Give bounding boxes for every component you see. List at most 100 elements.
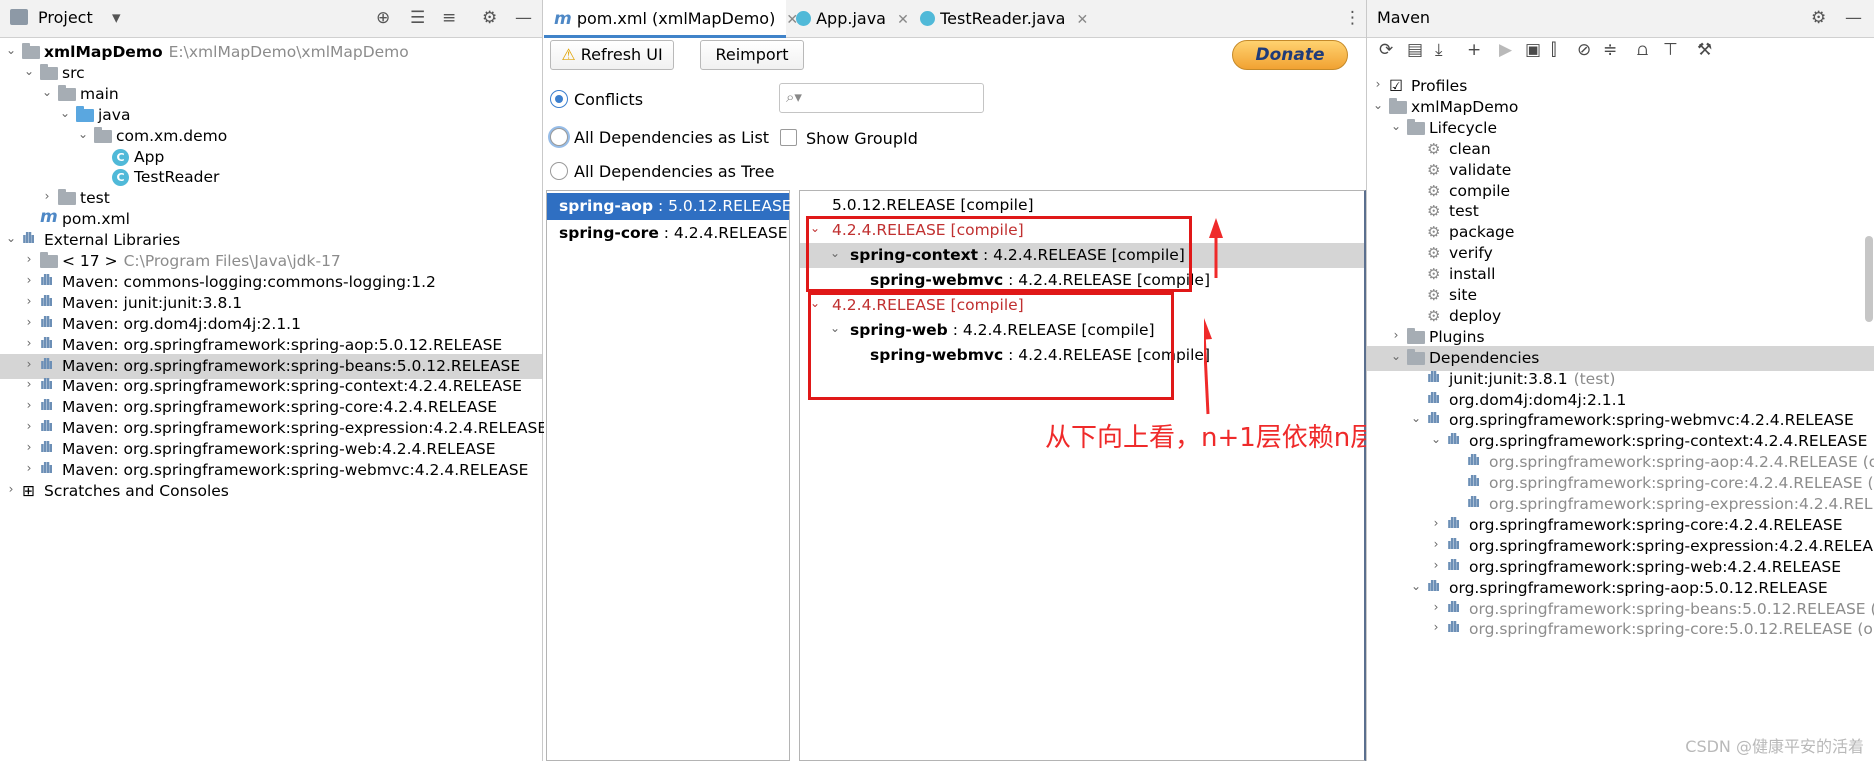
chevron-down-icon[interactable]: ⌄ xyxy=(76,127,90,141)
skip-tests-icon[interactable]: ⊘ xyxy=(1577,40,1591,60)
conflicts-list: spring-aop : 5.0.12.RELEASE spring-core … xyxy=(546,190,792,761)
chevron-right-icon[interactable]: › xyxy=(22,398,36,412)
tree-row[interactable]: › ⊞ Scratches and Consoles xyxy=(0,479,542,504)
project-panel-title[interactable]: Project xyxy=(38,8,93,27)
reload-folder-icon[interactable]: ▤ xyxy=(1407,40,1423,60)
donate-button[interactable]: Donate xyxy=(1232,40,1348,70)
class-icon xyxy=(920,11,935,26)
chevron-right-icon[interactable]: › xyxy=(22,273,36,287)
editor-tabbar: m pom.xml (xmlMapDemo) ✕ App.java ✕ Test… xyxy=(544,0,1366,38)
collapse-all-icon[interactable]: ≡ xyxy=(442,8,456,28)
chevron-right-icon[interactable]: › xyxy=(1429,516,1443,530)
locate-icon[interactable]: ⊕ xyxy=(376,8,390,28)
tree-row[interactable]: 5.0.12.RELEASE [compile] xyxy=(800,193,1364,218)
chevron-down-icon[interactable]: ⌄ xyxy=(4,43,18,57)
show-dependencies-icon[interactable]: ⩍ xyxy=(1637,40,1648,60)
tree-item-label: org.springframework:spring-core:5.0.12.R… xyxy=(1469,620,1874,639)
tab-testreader-java[interactable]: TestReader.java ✕ xyxy=(910,0,1088,38)
tree-item-label: xmlMapDemo xyxy=(1411,97,1519,116)
warning-icon: ⚠ xyxy=(561,45,576,64)
donate-label: Donate xyxy=(1255,45,1325,65)
profiles-icon: ☑ xyxy=(1389,77,1403,95)
module-icon xyxy=(22,43,40,59)
chevron-down-icon[interactable]: ⌄ xyxy=(1429,432,1443,446)
chevron-right-icon[interactable]: › xyxy=(4,482,18,496)
chevron-right-icon[interactable]: › xyxy=(22,419,36,433)
chevron-right-icon[interactable]: › xyxy=(22,294,36,308)
minimize-icon[interactable]: — xyxy=(1845,8,1862,28)
chevron-right-icon[interactable]: › xyxy=(1429,537,1443,551)
download-icon[interactable]: ⤓ xyxy=(1435,40,1443,60)
library-icon: ıllı xyxy=(1467,474,1480,491)
library-icon: ıllı xyxy=(1427,390,1440,407)
chevron-right-icon[interactable]: › xyxy=(22,461,36,475)
tree-item-label: deploy xyxy=(1449,306,1502,325)
folder-icon xyxy=(58,189,76,206)
chevron-down-icon[interactable]: ⌄ xyxy=(58,106,72,120)
tree-item-label: org.springframework:spring-aop:5.0.12.RE… xyxy=(1449,578,1828,597)
minimize-icon[interactable]: — xyxy=(515,8,532,28)
list-item[interactable]: spring-aop : 5.0.12.RELEASE xyxy=(547,193,792,220)
scrollbar[interactable] xyxy=(1865,236,1873,322)
chevron-right-icon[interactable]: › xyxy=(1371,77,1385,91)
reimport-button[interactable]: Reimport xyxy=(700,40,804,70)
class-icon: C xyxy=(112,148,129,166)
library-icon: ıllı xyxy=(40,419,53,436)
toggle-offline-icon[interactable]: ⫿ xyxy=(1551,40,1556,60)
tree-item-label: test xyxy=(80,189,110,208)
chevron-down-icon[interactable]: ▾ xyxy=(112,8,121,28)
chevron-right-icon[interactable]: › xyxy=(1429,600,1443,614)
reload-icon[interactable]: ⟳ xyxy=(1379,40,1393,60)
close-icon[interactable]: ✕ xyxy=(1076,12,1088,28)
all-dependencies-tree-radio[interactable] xyxy=(550,162,568,180)
tree-row[interactable]: › ıllı org.springframework:spring-core:5.0… xyxy=(1367,617,1874,642)
list-item[interactable]: spring-core : 4.2.4.RELEASE xyxy=(547,220,789,247)
chevron-right-icon[interactable]: › xyxy=(22,440,36,454)
conflicts-radio[interactable] xyxy=(550,90,568,108)
chevron-right-icon[interactable]: › xyxy=(1429,558,1443,572)
annotation-arrows xyxy=(1204,218,1223,415)
chevron-right-icon[interactable]: › xyxy=(22,357,36,371)
chevron-right-icon[interactable]: › xyxy=(1429,620,1443,634)
chevron-down-icon[interactable]: ⌄ xyxy=(4,231,18,245)
library-icon: ıllı xyxy=(1447,432,1460,449)
library-icon: ıllı xyxy=(1447,536,1460,553)
tab-label: App.java xyxy=(816,9,886,28)
scratches-icon: ⊞ xyxy=(22,481,35,500)
chevron-right-icon[interactable]: › xyxy=(22,315,36,329)
chevron-down-icon[interactable]: ⌄ xyxy=(1389,349,1403,363)
chevron-right-icon[interactable]: › xyxy=(1389,328,1403,342)
chevron-down-icon[interactable]: ⌄ xyxy=(1371,98,1385,112)
search-input[interactable]: ⌕▾ xyxy=(779,83,984,113)
chevron-right-icon[interactable]: › xyxy=(22,377,36,391)
dependencies-icon xyxy=(1407,348,1425,365)
refresh-ui-button[interactable]: ⚠ Refresh UI xyxy=(550,40,674,70)
tree-item-label: Maven: org.springframework:spring-beans:… xyxy=(62,356,521,375)
gear-icon[interactable]: ⚙ xyxy=(482,8,497,28)
tab-pom-xml[interactable]: m pom.xml (xmlMapDemo) ✕ xyxy=(544,0,798,38)
chevron-down-icon[interactable]: ⌄ xyxy=(1409,411,1423,425)
chevron-down-icon[interactable]: ⌄ xyxy=(1409,579,1423,593)
expand-all-icon[interactable]: ☰ xyxy=(410,8,425,28)
more-tabs-icon[interactable]: ⋮ xyxy=(1344,8,1361,28)
chevron-down-icon[interactable]: ⌄ xyxy=(1389,119,1403,133)
chevron-right-icon[interactable]: › xyxy=(22,252,36,266)
collapse-icon[interactable]: ≑ xyxy=(1603,40,1617,60)
execute-goal-icon[interactable]: ▣ xyxy=(1525,40,1541,60)
tree-item-label: org.dom4j:dom4j:2.1.1 xyxy=(1449,390,1627,409)
all-dependencies-list-radio[interactable] xyxy=(550,128,568,146)
gear-icon[interactable]: ⚙ xyxy=(1811,8,1826,28)
chevron-right-icon[interactable]: › xyxy=(22,336,36,350)
chevron-down-icon[interactable]: ⌄ xyxy=(40,85,54,99)
tab-app-java[interactable]: App.java ✕ xyxy=(786,0,910,38)
expand-icon[interactable]: ⊤ xyxy=(1663,40,1678,60)
chevron-right-icon[interactable]: › xyxy=(40,189,54,203)
gear-icon: ⚙ xyxy=(1427,223,1441,242)
close-icon[interactable]: ✕ xyxy=(897,12,909,28)
chevron-down-icon[interactable]: ⌄ xyxy=(22,64,36,78)
add-icon[interactable]: + xyxy=(1467,40,1481,60)
run-icon[interactable]: ▶ xyxy=(1499,40,1512,60)
tree-item-label: package xyxy=(1449,223,1515,242)
show-groupid-checkbox[interactable] xyxy=(780,129,797,146)
wrench-icon[interactable]: ⚒ xyxy=(1697,40,1712,60)
